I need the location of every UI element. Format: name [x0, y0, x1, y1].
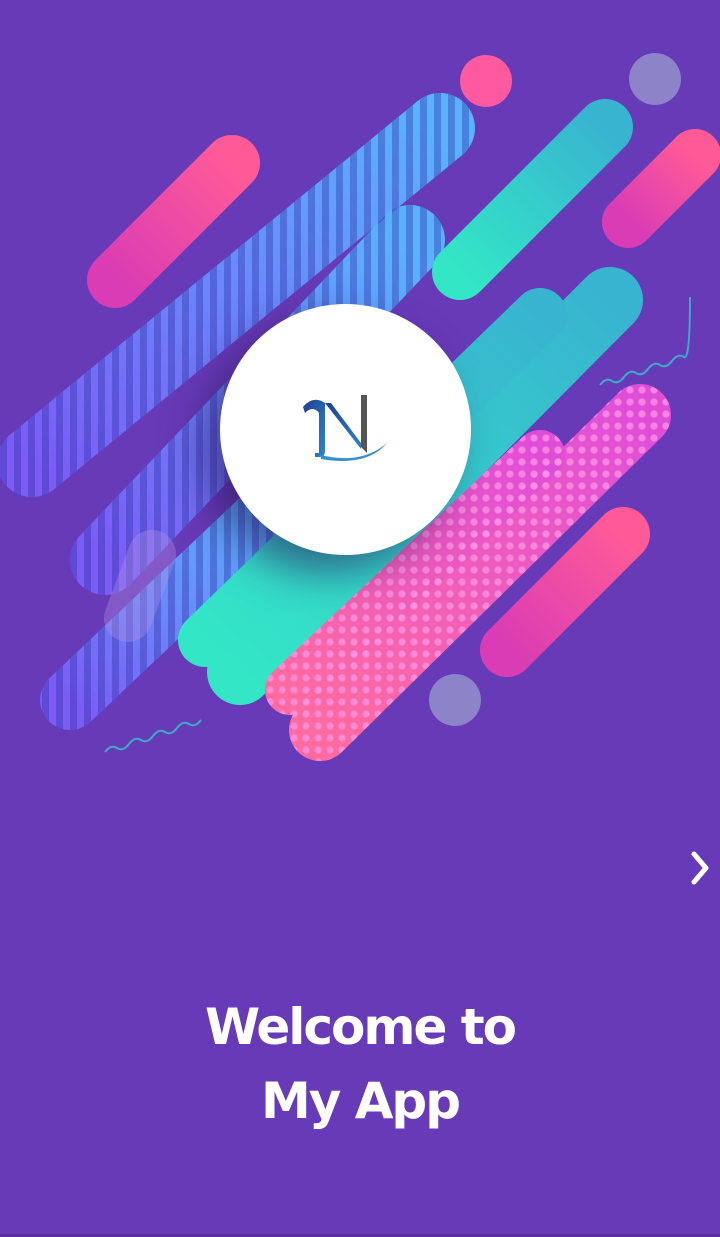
lavender-circle-top	[629, 53, 681, 105]
app-logo-badge	[220, 304, 471, 555]
wavy-line-left	[104, 719, 202, 753]
next-button[interactable]	[680, 848, 720, 888]
lavender-circle-bottom	[429, 674, 481, 726]
splash-screen: Welcome to My App	[0, 0, 720, 1237]
chevron-right-icon	[691, 851, 709, 885]
welcome-heading: Welcome to My App	[0, 990, 720, 1138]
translucent-pill	[104, 530, 176, 642]
pink-pill-top-left	[87, 135, 260, 308]
welcome-line-1: Welcome to	[204, 998, 517, 1056]
pink-pill-right-top	[602, 129, 720, 248]
welcome-line-2: My App	[260, 1072, 461, 1130]
pink-circle	[460, 55, 512, 107]
app-logo-n-icon	[302, 394, 387, 461]
